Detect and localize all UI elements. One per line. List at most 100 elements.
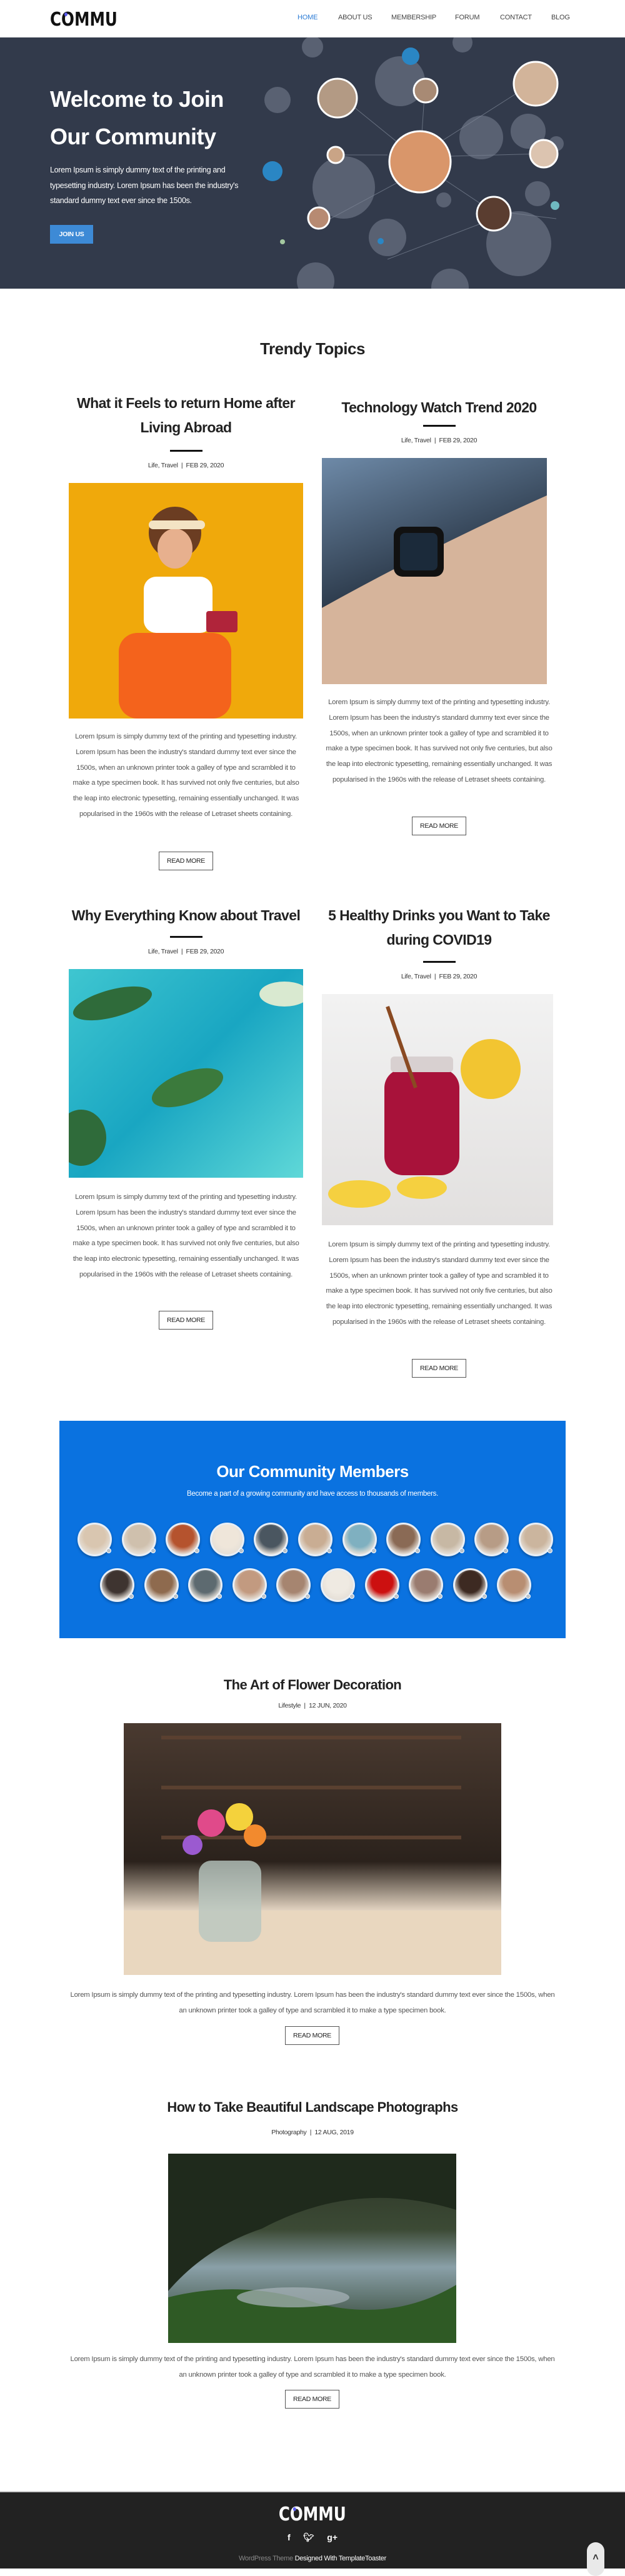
post-image-berry-drink[interactable] [322,994,553,1225]
logo-dot [64,12,68,16]
facebook-icon[interactable]: f [288,2532,291,2543]
member-avatar[interactable] [409,1568,444,1602]
templatetoaster-link[interactable]: Designed With TemplateToaster [295,2555,387,2562]
hero-text: Lorem Ipsum is simply dummy text of the … [50,166,239,205]
read-more-button[interactable]: READ MORE [412,1359,466,1378]
post-image-woman-with-suitcase[interactable] [69,483,303,719]
member-avatar[interactable] [209,1523,244,1556]
title-divider [170,450,202,452]
site-logo[interactable]: COMMU [50,9,118,31]
status-dot [438,1594,443,1599]
member-avatar[interactable] [166,1523,201,1556]
join-us-button[interactable]: JOIN US [50,225,93,244]
social-links: f 🐦︎ g+ [288,2532,338,2543]
post-meta: Life, Travel | FEB 29, 2020 [148,948,224,955]
double-chevron-up-icon: ˄ [592,2552,599,2563]
read-more-button[interactable]: READ MORE [412,817,466,835]
community-subtitle: Become a part of a growing community and… [187,1490,438,1498]
read-more-button[interactable]: READ MORE [285,2390,339,2409]
title-divider [423,961,456,963]
nav-forum[interactable]: FORUM [455,14,480,21]
cloud-icon [262,161,282,181]
scroll-to-top-button[interactable]: ˄ [587,2542,604,2576]
status-dot [150,1548,156,1553]
article-title[interactable]: The Art of Flower Decoration [0,1677,625,1693]
member-avatar[interactable] [386,1523,421,1556]
status-dot [526,1594,531,1599]
hero-title-line-1: Welcome to Join [50,86,224,112]
member-avatar[interactable] [254,1523,289,1556]
post-meta: Life, Travel | FEB 29, 2020 [401,437,478,444]
article-title[interactable]: How to Take Beautiful Landscape Photogra… [0,2099,625,2116]
member-avatar[interactable] [78,1523,112,1556]
site-footer: COMMU f 🐦︎ g+ WordPress Theme Designed W… [0,2491,625,2576]
status-dot [106,1548,111,1553]
post-title[interactable]: Why Everything Know about Travel [69,903,303,928]
status-dot [217,1594,222,1599]
chat-bubble-icon [402,47,419,65]
post-title[interactable]: 5 Healthy Drinks you Want to Take during… [322,903,556,952]
read-more-button[interactable]: READ MORE [159,1311,213,1330]
nav-membership[interactable]: MEMBERSHIP [391,14,436,21]
footer-credit: WordPress Theme Designed With TemplateTo… [239,2555,387,2562]
status-dot [459,1548,464,1553]
post-title[interactable]: What it Feels to return Home after Livin… [69,391,303,440]
read-more-button[interactable]: READ MORE [285,2026,339,2045]
status-dot [503,1548,509,1553]
nav-contact[interactable]: CONTACT [500,14,532,21]
status-dot [305,1594,311,1599]
member-avatar[interactable] [144,1568,179,1602]
nav-blog[interactable]: BLOG [551,14,570,21]
community-members-section: Our Community Members Become a part of a… [59,1421,566,1638]
post-excerpt: Lorem Ipsum is simply dummy text of the … [326,699,552,783]
status-dot [194,1548,200,1553]
post-meta: Life, Travel | FEB 29, 2020 [401,973,478,980]
status-dot [282,1548,288,1553]
status-dot [349,1594,354,1599]
article-meta: Lifestyle | 12 JUN, 2020 [278,1702,347,1709]
article-image-flowers[interactable] [124,1723,501,1975]
read-more-button[interactable]: READ MORE [159,852,213,870]
hero-banner: Welcome to Join Our Community Lorem Ipsu… [0,37,625,289]
google-plus-icon[interactable]: g+ [327,2532,338,2543]
member-avatar[interactable] [474,1523,509,1556]
status-dot [238,1548,244,1553]
post-image-aerial-island[interactable] [69,969,303,1178]
post-image-smartwatch[interactable] [322,458,547,684]
member-avatar[interactable] [321,1568,355,1602]
post-excerpt: Lorem Ipsum is simply dummy text of the … [72,733,299,818]
nav-home[interactable]: HOME [298,14,318,21]
article-meta: Photography | 12 AUG, 2019 [271,2129,354,2136]
member-avatar[interactable] [276,1568,311,1602]
member-avatar[interactable] [452,1568,488,1602]
post-title[interactable]: Technology Watch Trend 2020 [322,395,556,420]
member-avatar[interactable] [188,1568,223,1602]
status-dot [129,1594,134,1599]
status-dot [393,1594,399,1599]
article-image-landscape[interactable] [168,2154,456,2343]
status-dot [172,1594,178,1599]
hero-title-line-2: Our Community [50,124,216,149]
status-dot [261,1594,266,1599]
community-title: Our Community Members [216,1462,409,1481]
title-divider [423,425,456,427]
article-excerpt: Lorem Ipsum is simply dummy text of the … [70,1991,555,2014]
member-avatar[interactable] [342,1523,377,1556]
trendy-topics-title: Trendy Topics [260,339,365,358]
member-avatar[interactable] [298,1523,332,1556]
footer-logo[interactable]: COMMU [0,2504,625,2525]
member-avatar[interactable] [121,1523,156,1556]
member-avatar[interactable] [497,1568,532,1602]
member-avatar[interactable] [364,1568,399,1602]
status-dot [327,1548,332,1553]
member-avatar[interactable] [519,1523,553,1556]
twitter-icon[interactable]: 🐦︎ [303,2532,314,2543]
member-avatar[interactable] [430,1523,465,1556]
status-dot [371,1548,376,1553]
status-dot [481,1594,487,1599]
member-avatar[interactable] [100,1568,134,1602]
status-dot [548,1548,552,1553]
nav-about-us[interactable]: ABOUT US [338,14,372,21]
post-meta: Life, Travel | FEB 29, 2020 [148,462,224,469]
member-avatar[interactable] [232,1568,267,1602]
